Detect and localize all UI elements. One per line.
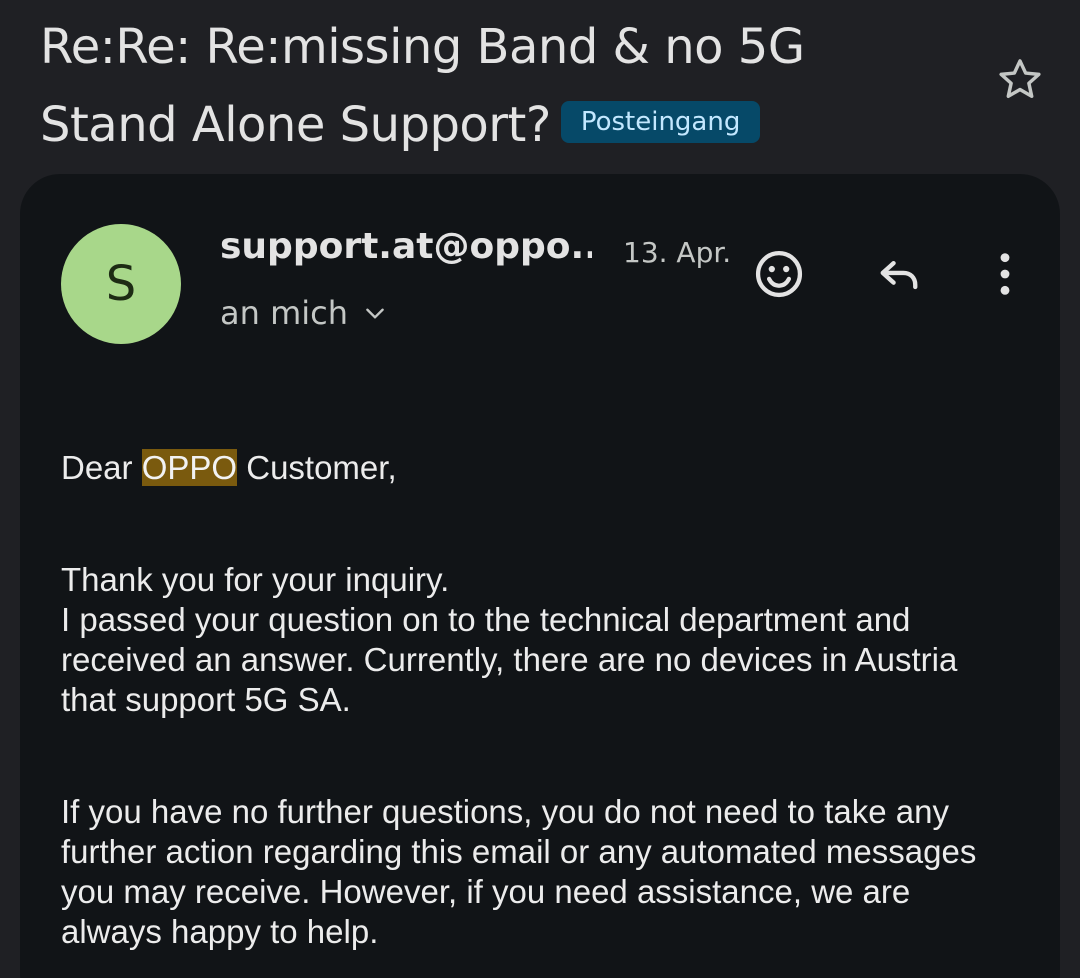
message-body: Dear OPPO Customer, Thank you for your i… xyxy=(61,448,1051,950)
subject-line-2: Stand Alone Support? xyxy=(40,97,551,153)
greeting-line: Dear OPPO Customer, xyxy=(61,449,397,486)
chevron-down-icon xyxy=(366,308,384,319)
sender-address[interactable]: support.at@oppo.... xyxy=(220,226,592,267)
body-line: that support 5G SA. xyxy=(61,681,351,718)
inbox-label-chip[interactable]: Posteingang xyxy=(560,101,761,143)
body-paragraph: Thank you for your inquiry. I passed you… xyxy=(61,560,1051,720)
search-highlight: OPPO xyxy=(141,449,238,486)
email-view: Re:Re: Re:missing Band & no 5G Stand Alo… xyxy=(0,0,1080,978)
reply-icon xyxy=(880,261,918,290)
body-line: If you have no further questions, you do… xyxy=(61,793,949,830)
reply-button[interactable] xyxy=(871,246,927,302)
more-options-button[interactable] xyxy=(977,246,1033,302)
email-subject: Re:Re: Re:missing Band & no 5G Stand Alo… xyxy=(40,8,940,164)
body-line: I passed your question on to the technic… xyxy=(61,601,911,638)
message-date: 13. Apr. xyxy=(623,236,732,269)
add-reaction-button[interactable] xyxy=(751,246,807,302)
sender-avatar[interactable]: S xyxy=(61,224,181,344)
star-icon[interactable] xyxy=(994,54,1046,106)
body-line: Thank you for your inquiry. xyxy=(61,561,450,598)
recipient-toggle[interactable]: an mich xyxy=(220,294,388,332)
body-line: always happy to help. xyxy=(61,913,379,950)
body-line: you may receive. However, if you need as… xyxy=(61,873,911,910)
body-paragraph: If you have no further questions, you do… xyxy=(61,792,1051,952)
body-line: received an answer. Currently, there are… xyxy=(61,641,958,678)
body-line: further action regarding this email or a… xyxy=(61,833,977,870)
more-vert-icon xyxy=(1000,253,1010,295)
recipient-label: an mich xyxy=(220,294,348,332)
subject-line-1: Re:Re: Re:missing Band & no 5G xyxy=(40,19,805,75)
emoji-icon xyxy=(755,250,803,298)
